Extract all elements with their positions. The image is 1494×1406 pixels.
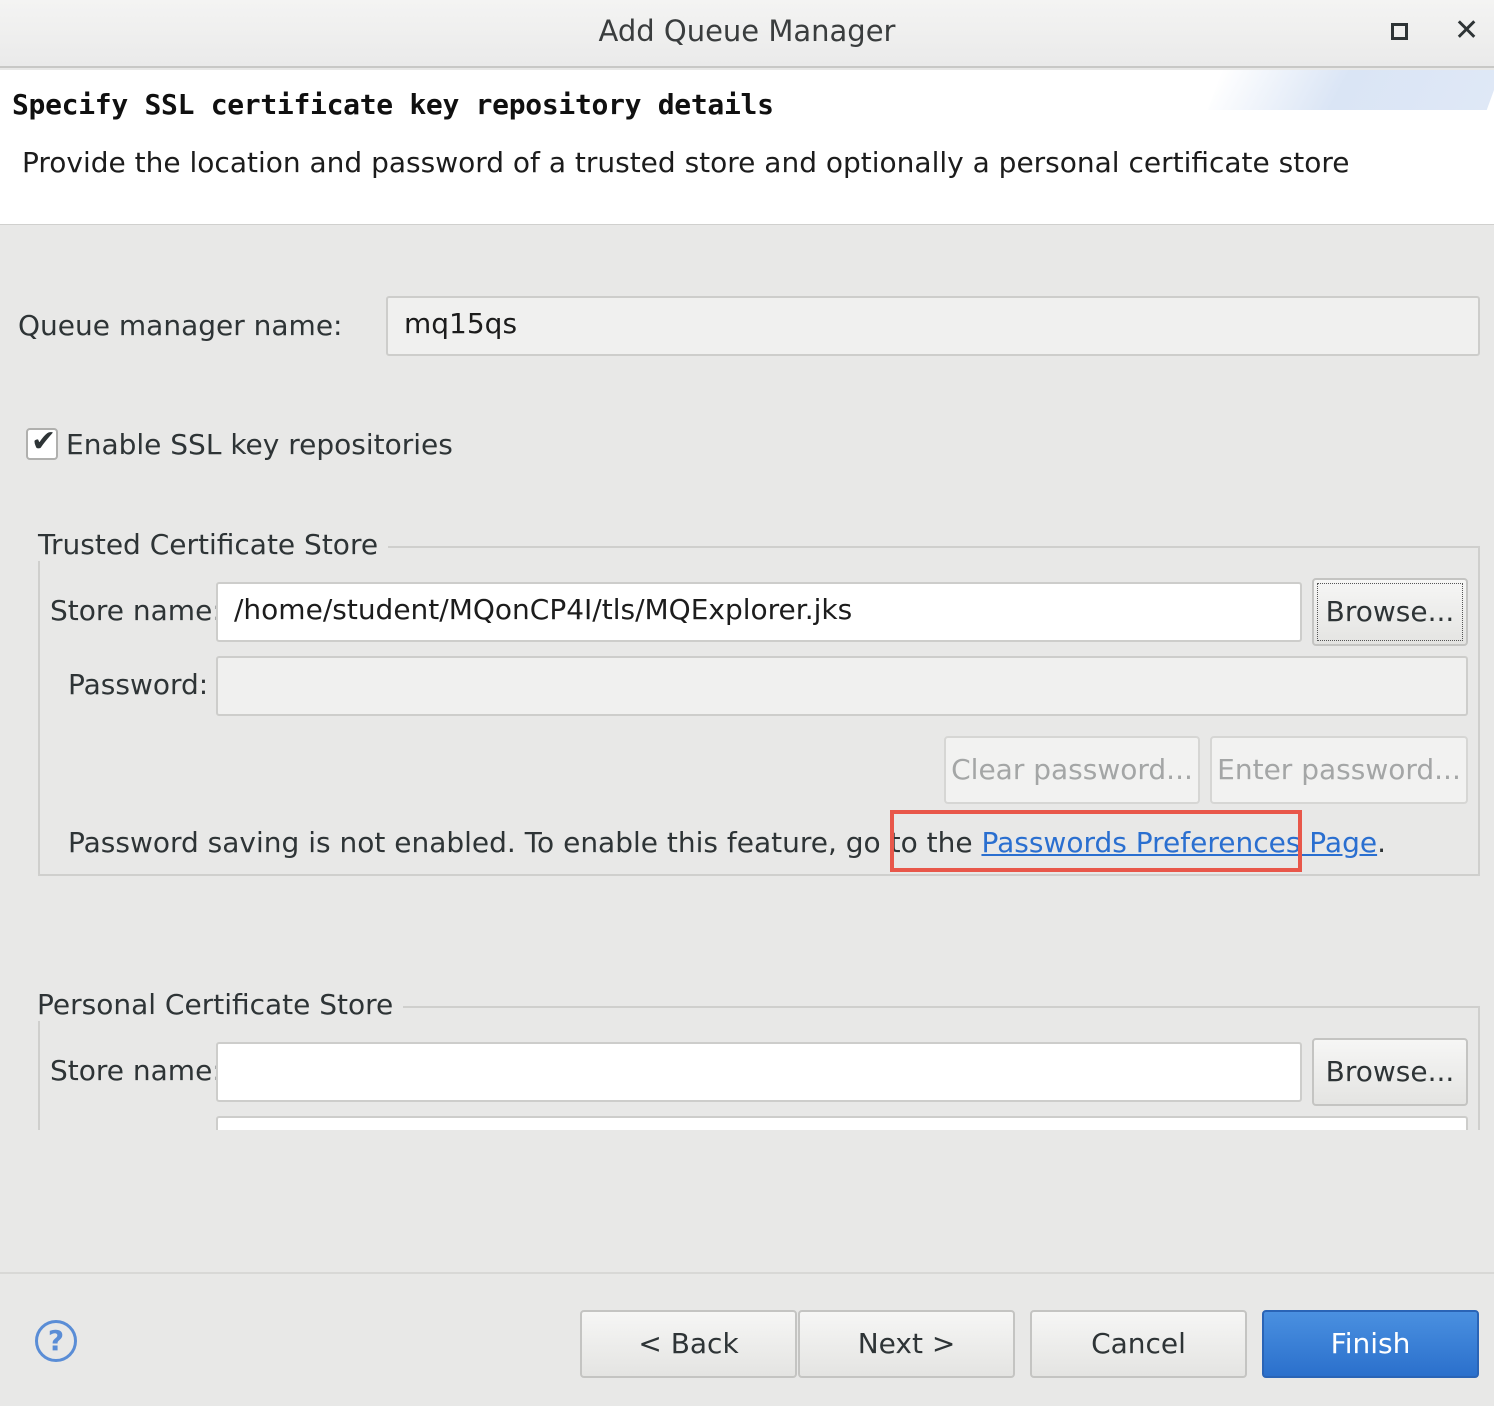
personal-store-title: Personal Certificate Store	[35, 988, 404, 1021]
trusted-store-name-input[interactable]: /home/student/MQonCP4I/tls/MQExplorer.jk…	[216, 582, 1302, 642]
trusted-store-password-field	[216, 656, 1468, 716]
password-saving-notice-text: Password saving is not enabled. To enabl…	[68, 826, 982, 859]
personal-store-name-input[interactable]	[216, 1042, 1302, 1102]
password-saving-notice-end: .	[1377, 826, 1386, 859]
annotation-highlight-box	[890, 810, 1302, 872]
help-icon[interactable]: ?	[35, 1320, 77, 1362]
maximize-icon[interactable]	[1391, 23, 1408, 40]
personal-store-name-label: Store name:	[50, 1054, 222, 1087]
enable-ssl-checkbox[interactable]: ✔	[26, 424, 58, 460]
title-bar: Add Queue Manager ✕	[0, 0, 1494, 68]
personal-store-password-field	[216, 1116, 1468, 1130]
enter-password-button: Enter password...	[1210, 736, 1468, 804]
check-icon: ✔	[31, 424, 57, 459]
cancel-button[interactable]: Cancel	[1030, 1310, 1247, 1378]
trusted-store-password-label: Password:	[68, 668, 209, 701]
clear-password-button: Clear password...	[944, 736, 1200, 804]
personal-store-browse-button[interactable]: Browse...	[1312, 1038, 1468, 1106]
page-title: Specify SSL certificate key repository d…	[12, 88, 774, 121]
close-icon[interactable]: ✕	[1454, 12, 1479, 50]
trusted-store-title: Trusted Certificate Store	[36, 528, 389, 561]
enable-ssl-label[interactable]: Enable SSL key repositories	[66, 428, 453, 461]
page-description: Provide the location and password of a t…	[22, 146, 1350, 179]
trusted-store-name-label: Store name:	[50, 594, 222, 627]
footer-separator	[0, 1272, 1494, 1274]
header-banner-graphic	[1207, 70, 1494, 110]
next-button[interactable]: Next >	[798, 1310, 1015, 1378]
queue-manager-name-label: Queue manager name:	[18, 309, 343, 342]
finish-button[interactable]: Finish	[1262, 1310, 1479, 1378]
window-title: Add Queue Manager	[598, 14, 896, 48]
queue-manager-name-field: mq15qs	[386, 296, 1480, 356]
trusted-store-browse-button[interactable]: Browse...	[1312, 578, 1468, 646]
back-button[interactable]: < Back	[580, 1310, 797, 1378]
wizard-header: Specify SSL certificate key repository d…	[0, 70, 1494, 225]
